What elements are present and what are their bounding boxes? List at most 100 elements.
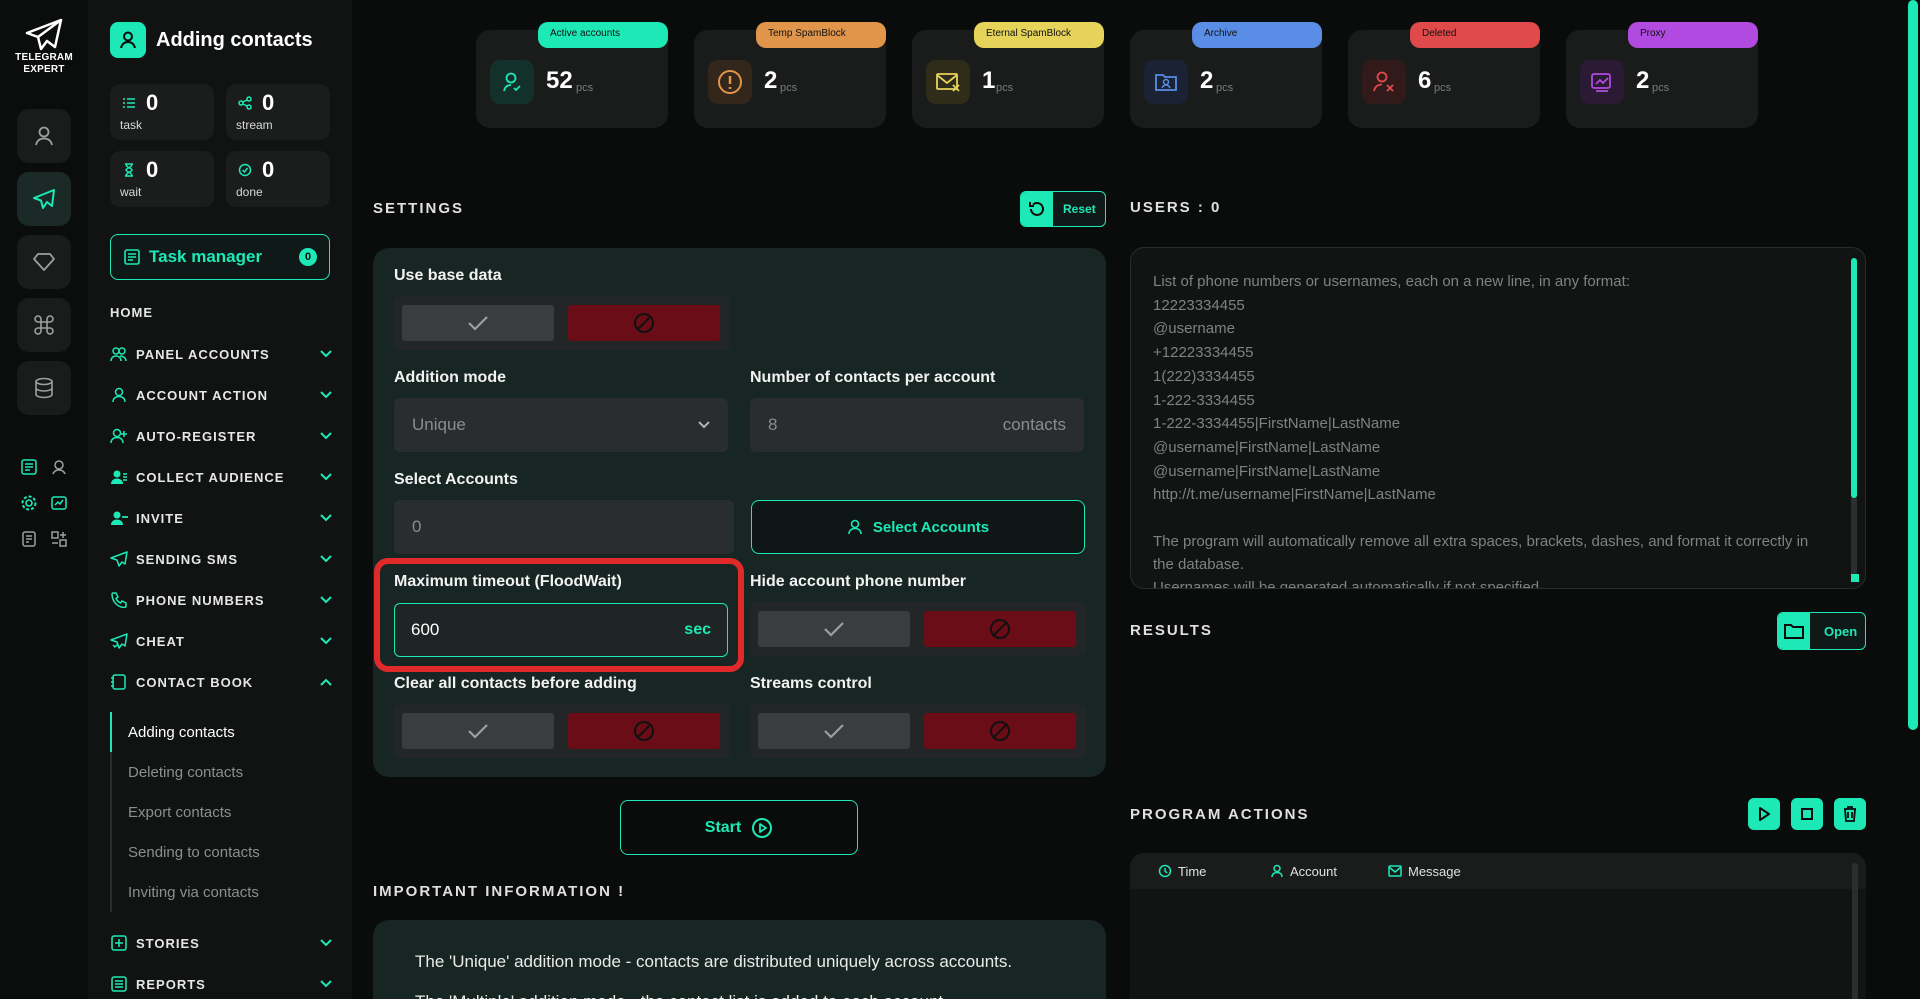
page-scrollbar[interactable] — [1908, 0, 1918, 730]
users-scrollbar-thumb[interactable] — [1851, 258, 1857, 498]
start-label: Start — [704, 818, 742, 836]
clear-contacts-yes[interactable] — [402, 713, 554, 749]
nav-stories[interactable]: STORIES — [110, 931, 332, 955]
contacts-suffix: contacts — [1002, 415, 1066, 434]
rail-gear-icon[interactable] — [18, 492, 40, 514]
proxy-icon — [1580, 60, 1624, 104]
select-accounts-label: Select Accounts — [394, 471, 518, 488]
check-icon — [824, 622, 844, 637]
reset-button[interactable]: Reset — [1020, 191, 1106, 227]
placeholder-line: 1-222-3334455 — [1153, 391, 1255, 409]
select-accounts-button[interactable]: Select Accounts — [751, 500, 1085, 554]
nav-phone-numbers[interactable]: PHONE NUMBERS — [110, 588, 332, 612]
streams-control-yes[interactable] — [758, 713, 910, 749]
rail-doc-icon[interactable] — [18, 528, 40, 550]
start-button[interactable]: Start — [620, 800, 858, 855]
counter-unit: pcs — [780, 82, 798, 94]
stat-task-label: task — [120, 118, 143, 132]
chevron-down-icon — [320, 350, 332, 358]
nav-label: STORIES — [136, 935, 200, 951]
sub-inviting-via-contacts[interactable]: Inviting via contacts — [110, 872, 332, 912]
nav-cheat[interactable]: CHEAT — [110, 629, 332, 653]
nav-label: SENDING SMS — [136, 551, 239, 567]
nav-label: ACCOUNT ACTION — [136, 387, 268, 403]
sub-adding-contacts[interactable]: Adding contacts — [110, 712, 332, 752]
chevron-up-icon — [320, 678, 332, 686]
sidebar: Adding contacts 0 task 0 stream 0 wait 0… — [88, 0, 352, 999]
info-line: The 'Unique' addition mode - contacts ar… — [415, 952, 1013, 971]
hide-phone-yes[interactable] — [758, 611, 910, 647]
telegram-logo-icon — [25, 18, 63, 51]
info-box: The 'Unique' addition mode - contacts ar… — [373, 920, 1106, 999]
placeholder-line: @username|FirstName|LastName — [1153, 462, 1381, 480]
timeout-input[interactable]: 600 sec — [394, 603, 728, 657]
play-icon — [1759, 807, 1770, 821]
nav-account-action[interactable]: ACCOUNT ACTION — [110, 383, 332, 407]
use-base-data-no[interactable] — [568, 305, 720, 341]
nav-reports[interactable]: REPORTS — [110, 972, 332, 996]
users-title: USERS : 0 — [1130, 199, 1222, 216]
rail-grid-icon[interactable] — [48, 528, 70, 550]
nav-panel-accounts[interactable]: PANEL ACCOUNTS — [110, 342, 332, 366]
rail-database-button[interactable] — [17, 361, 71, 415]
clear-log-button[interactable] — [1834, 798, 1866, 830]
log-header: Time Account Message — [1130, 853, 1866, 889]
counter-eternal-spamblock[interactable]: Eternal SpamBlock 1 pcs — [912, 22, 1104, 128]
folder-icon — [1778, 613, 1810, 649]
rail-list-icon[interactable] — [18, 456, 40, 478]
sub-export-contacts[interactable]: Export contacts — [110, 792, 332, 832]
rail-profile-button[interactable] — [17, 109, 71, 163]
play-button[interactable] — [1748, 798, 1780, 830]
rail-chart-icon[interactable] — [48, 492, 70, 514]
nav-collect-audience[interactable]: COLLECT AUDIENCE — [110, 465, 332, 489]
diamond-icon — [33, 253, 55, 271]
invite-icon — [111, 511, 128, 525]
nav-sending-sms[interactable]: SENDING SMS — [110, 547, 332, 571]
clear-contacts-no[interactable] — [568, 713, 720, 749]
users-textarea[interactable]: List of phone numbers or usernames, each… — [1130, 247, 1866, 589]
counter-active-accounts[interactable]: Active accounts 52 pcs — [476, 22, 668, 128]
sub-sending-to-contacts[interactable]: Sending to contacts — [110, 832, 332, 872]
nav-invite[interactable]: INVITE — [110, 506, 332, 530]
counter-proxy[interactable]: Proxy 2 pcs — [1566, 22, 1758, 128]
counter-deleted[interactable]: Deleted 6 pcs — [1348, 22, 1540, 128]
sub-deleting-contacts[interactable]: Deleting contacts — [110, 752, 332, 792]
open-button[interactable]: Open — [1777, 612, 1866, 650]
selected-accounts-count[interactable]: 0 — [394, 500, 734, 554]
block-icon — [634, 721, 654, 741]
reports-icon — [111, 976, 127, 992]
user-icon — [35, 126, 53, 146]
chevron-down-icon — [320, 980, 332, 988]
rail-location-icon[interactable] — [48, 456, 70, 478]
use-base-data-yes[interactable] — [402, 305, 554, 341]
log-scrollbar[interactable] — [1852, 863, 1858, 999]
task-manager-button[interactable]: Task manager 0 — [110, 234, 330, 280]
chevron-down-icon — [320, 391, 332, 399]
contacts-per-account-input[interactable]: 8 contacts — [750, 398, 1084, 452]
reset-icon — [1021, 192, 1053, 226]
counter-archive[interactable]: Archive 2 pcs — [1130, 22, 1322, 128]
rail-command-button[interactable] — [17, 298, 71, 352]
rail-telegram-button[interactable] — [17, 172, 71, 226]
col-account[interactable]: Account — [1270, 864, 1388, 879]
rail-diamond-button[interactable] — [17, 235, 71, 289]
streams-control-no[interactable] — [924, 713, 1076, 749]
nav-home[interactable]: HOME — [110, 305, 153, 320]
open-label: Open — [1824, 623, 1858, 639]
counter-label: Proxy — [1628, 22, 1758, 48]
nav-auto-register[interactable]: AUTO-REGISTER — [110, 424, 332, 448]
col-message[interactable]: Message — [1388, 864, 1461, 879]
stop-button[interactable] — [1791, 798, 1823, 830]
left-rail: TELEGRAM EXPERT — [0, 0, 88, 999]
users-icon — [110, 347, 127, 362]
counter-temp-spamblock[interactable]: Temp SpamBlock 2 pcs — [694, 22, 886, 128]
block-icon — [634, 313, 654, 333]
hide-phone-no[interactable] — [924, 611, 1076, 647]
addition-mode-select[interactable]: Unique — [394, 398, 728, 452]
nav-contact-book[interactable]: CONTACT BOOK — [110, 670, 332, 694]
hide-phone-label: Hide account phone number — [750, 573, 967, 590]
resize-handle[interactable] — [1851, 574, 1859, 582]
col-time[interactable]: Time — [1158, 864, 1270, 879]
audience-icon — [111, 470, 127, 484]
counter-value: 2 — [764, 67, 778, 94]
